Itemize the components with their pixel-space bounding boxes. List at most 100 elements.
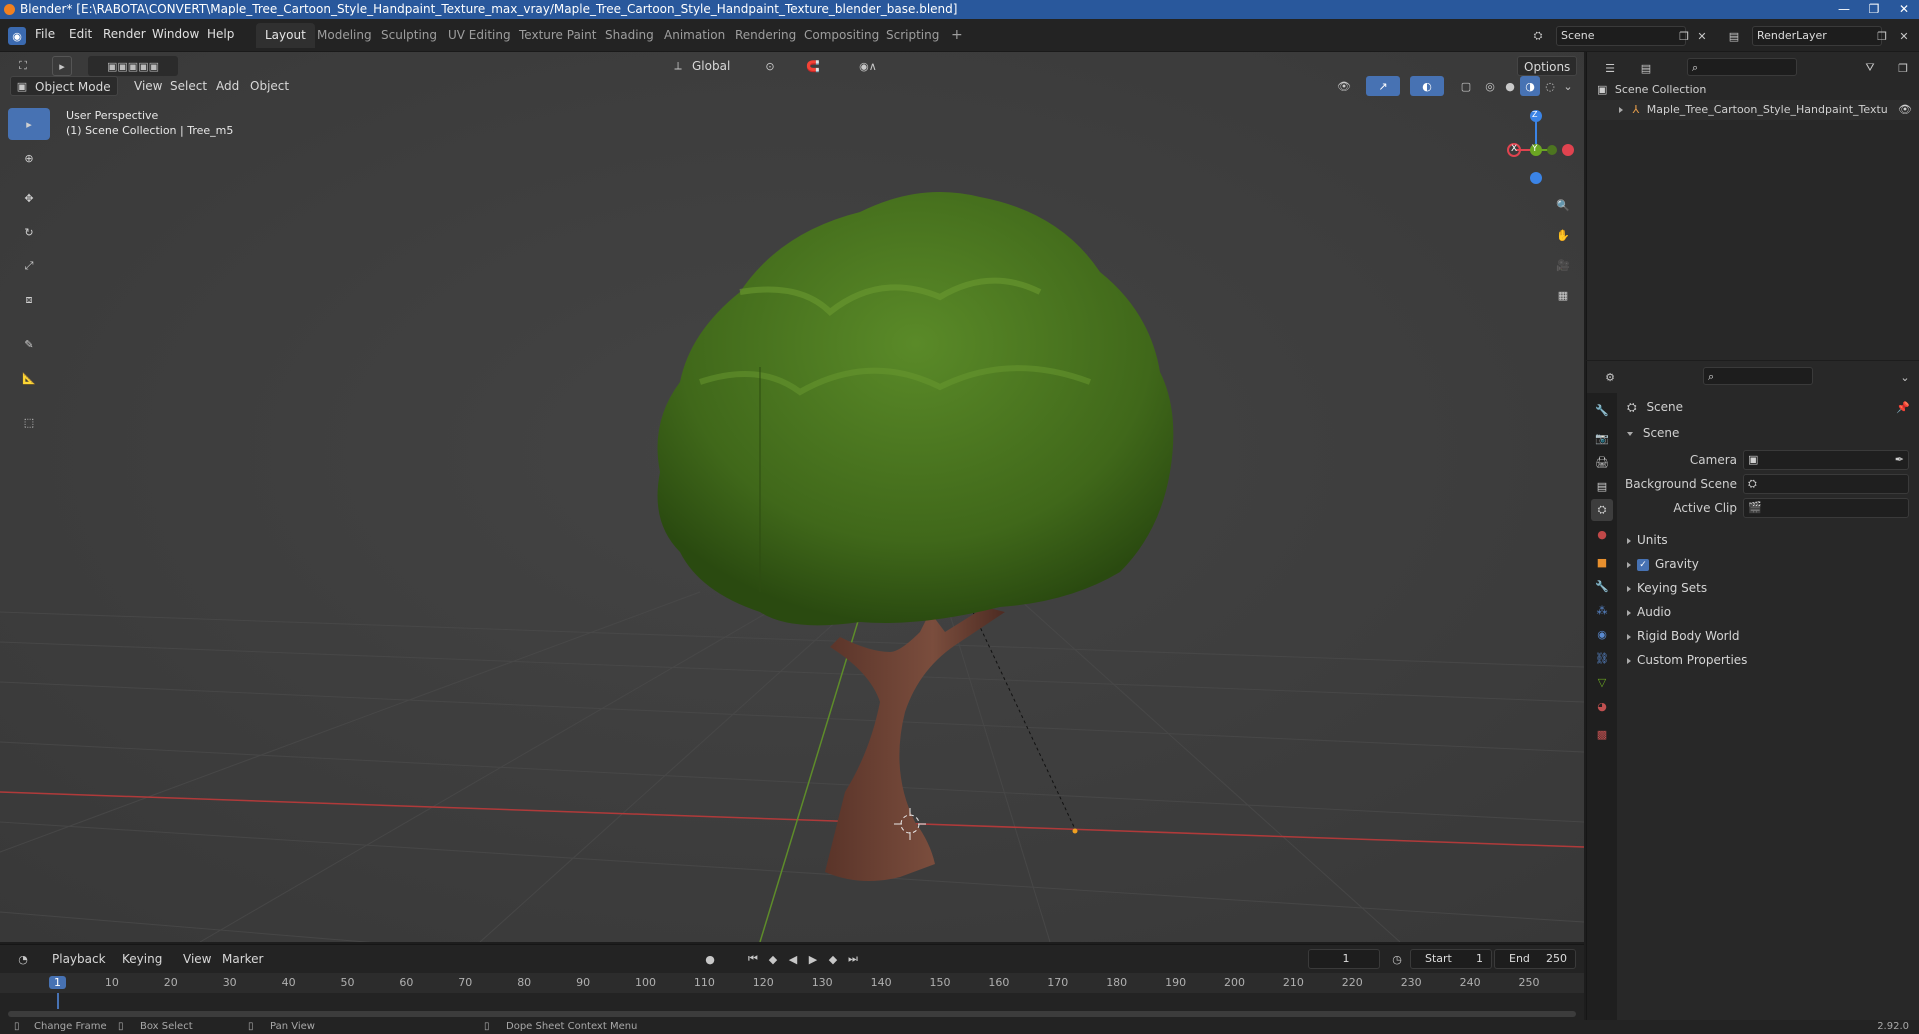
custom-properties-panel[interactable]: Custom Properties — [1627, 653, 1747, 667]
jump-start-icon[interactable]: ⏮ — [744, 949, 762, 969]
play-reverse-icon[interactable]: ◀ — [784, 949, 802, 969]
units-expand-icon[interactable] — [1627, 537, 1631, 544]
display-mode-icon[interactable]: ▤ — [1631, 58, 1661, 78]
outliner-item[interactable]: ⅄ Maple_Tree_Cartoon_Style_Handpaint_Tex… — [1587, 100, 1919, 120]
outliner-search-input[interactable]: ⌕ — [1687, 58, 1797, 76]
timeline-editor-type-icon[interactable]: ◔ — [8, 949, 38, 969]
viewport-menu-select[interactable]: Select — [164, 76, 213, 96]
annotate-tool-icon[interactable]: ✎ — [8, 328, 50, 360]
zoom-icon[interactable]: 🔍 — [1550, 192, 1576, 218]
tab-layout[interactable]: Layout — [256, 23, 315, 48]
visibility-eye-icon[interactable]: 👁 — [1898, 100, 1912, 120]
end-frame-field[interactable]: End 250 — [1494, 949, 1576, 969]
tool-tab-icon[interactable]: 🔧 — [1591, 399, 1613, 421]
modifier-tab-icon[interactable]: 🔧 — [1591, 575, 1613, 597]
minimize-icon[interactable]: — — [1829, 0, 1859, 19]
measure-tool-icon[interactable]: 📐 — [8, 362, 50, 394]
proportional-edit-icon[interactable]: ◉∧ — [848, 56, 888, 76]
tab-animation[interactable]: Animation — [655, 23, 734, 48]
object-tab-icon[interactable]: ■ — [1591, 551, 1613, 573]
timeline-menu-marker[interactable]: Marker — [216, 949, 269, 969]
menu-file[interactable]: File — [35, 27, 55, 41]
outliner-root-row[interactable]: ▣ Scene Collection — [1597, 80, 1917, 100]
rotate-tool-icon[interactable]: ↻ — [8, 216, 50, 248]
editor-type-icon[interactable]: ⛶ — [8, 56, 38, 76]
start-frame-field[interactable]: Start 1 — [1410, 949, 1492, 969]
blender-menu-icon[interactable]: ◉ — [8, 27, 26, 45]
keying-sets-expand-icon[interactable] — [1627, 585, 1631, 592]
tab-scripting[interactable]: Scripting — [877, 23, 948, 48]
gizmo-toggle-icon[interactable]: ↗ — [1366, 76, 1400, 96]
constraints-tab-icon[interactable]: ⛓ — [1591, 647, 1613, 669]
cursor-tool-icon[interactable]: ⊕ — [8, 142, 50, 174]
transform-tool-icon[interactable]: ⧈ — [8, 284, 50, 316]
new-collection-icon[interactable]: ❐ — [1893, 58, 1913, 78]
gravity-panel[interactable]: ✓ Gravity — [1627, 557, 1699, 571]
move-tool-icon[interactable]: ✥ — [8, 182, 50, 214]
camera-view-icon[interactable]: 🎥 — [1550, 252, 1576, 278]
view-layer-selector[interactable]: RenderLayer — [1752, 26, 1882, 46]
data-tab-icon[interactable]: ▽ — [1591, 671, 1613, 693]
shading-options-icon[interactable]: ⌄ — [1560, 76, 1576, 96]
options-dropdown[interactable]: Options — [1517, 56, 1578, 76]
material-tab-icon[interactable]: ◕ — [1591, 695, 1613, 717]
solid-shading-icon[interactable]: ● — [1500, 76, 1520, 96]
jump-end-icon[interactable]: ⏭ — [844, 949, 862, 969]
pan-hand-icon[interactable]: ✋ — [1550, 222, 1576, 248]
gravity-checkbox[interactable]: ✓ — [1637, 558, 1649, 571]
current-frame-field[interactable]: 1 — [1308, 949, 1380, 969]
keying-sets-panel[interactable]: Keying Sets — [1627, 581, 1707, 595]
timeline-scrollbar[interactable] — [8, 1011, 1576, 1017]
viewport-menu-add[interactable]: Add — [210, 76, 245, 96]
rigid-body-expand-icon[interactable] — [1627, 633, 1631, 640]
scene-panel-header[interactable]: Scene — [1627, 423, 1679, 443]
new-scene-icon[interactable]: ❐ — [1676, 26, 1692, 46]
properties-editor[interactable]: ⚙ ⌕ ⌄ 🔧 📷 🖨 ▤ ⛭ ● ■ 🔧 ⁂ ◉ ⛓ ▽ ◕ ▩ ⛭ Scen… — [1586, 361, 1919, 1020]
properties-editor-type-icon[interactable]: ⚙ — [1595, 367, 1625, 387]
frame-ruler[interactable]: 1 10 20 30 40 50 60 70 80 90 100 110 120 130 140 150 160… — [0, 973, 1584, 1009]
record-icon[interactable]: ● — [700, 949, 720, 969]
prev-keyframe-icon[interactable]: ◆ — [764, 949, 782, 969]
playhead-line[interactable] — [57, 993, 59, 1009]
transform-orientation-dropdown[interactable]: Global — [686, 56, 736, 76]
particles-tab-icon[interactable]: ⁂ — [1591, 599, 1613, 621]
new-layer-icon[interactable]: ❐ — [1874, 26, 1890, 46]
audio-panel[interactable]: Audio — [1627, 605, 1671, 619]
ortho-grid-icon[interactable]: ▦ — [1550, 282, 1576, 308]
select-mode-icon[interactable]: ▸ — [52, 56, 72, 76]
tab-compositing[interactable]: Compositing — [795, 23, 888, 48]
material-shading-icon[interactable]: ◑ — [1520, 76, 1540, 96]
world-tab-icon[interactable]: ● — [1591, 523, 1613, 545]
navigation-gizmo[interactable]: Z X Y — [1496, 108, 1576, 188]
background-scene-field[interactable]: ⛭ — [1743, 474, 1909, 494]
timeline-editor[interactable]: ◔ Playback Keying View Marker ● ⏮ ◆ ◀ ▶ … — [0, 944, 1584, 1020]
scale-tool-icon[interactable]: ⤢ — [8, 250, 50, 282]
snap-icon[interactable]: 🧲 — [790, 56, 836, 76]
timeline-menu-view[interactable]: View — [177, 949, 217, 969]
texture-tab-icon[interactable]: ▩ — [1591, 723, 1613, 745]
gravity-expand-icon[interactable] — [1627, 561, 1631, 568]
render-tab-icon[interactable]: 📷 — [1591, 427, 1613, 449]
physics-tab-icon[interactable]: ◉ — [1591, 623, 1613, 645]
menu-help[interactable]: Help — [207, 27, 234, 41]
add-cube-tool-icon[interactable]: ⬚ — [8, 406, 50, 438]
select-tool-icon[interactable]: ▸ — [8, 108, 50, 140]
pin-icon[interactable]: 📌 — [1893, 397, 1913, 417]
custom-props-expand-icon[interactable] — [1627, 657, 1631, 664]
tab-rendering[interactable]: Rendering — [726, 23, 805, 48]
maximize-icon[interactable]: ❐ — [1859, 0, 1889, 19]
camera-field[interactable]: ▣ ✒ — [1743, 450, 1909, 470]
rendered-shading-icon[interactable]: ◌ — [1540, 76, 1560, 96]
scene-icon[interactable]: ⛭ — [1526, 26, 1550, 46]
audio-expand-icon[interactable] — [1627, 609, 1631, 616]
units-panel[interactable]: Units — [1627, 533, 1668, 547]
delete-scene-icon[interactable]: ✕ — [1694, 26, 1710, 46]
outliner-editor-type-icon[interactable]: ☰ — [1595, 58, 1625, 78]
pivot-icon[interactable]: ⊙ — [756, 56, 784, 76]
properties-options-icon[interactable]: ⌄ — [1897, 367, 1913, 387]
view-layer-icon[interactable]: ▤ — [1722, 26, 1746, 46]
viewport-menu-view[interactable]: View — [128, 76, 168, 96]
close-icon[interactable]: ✕ — [1889, 0, 1919, 19]
viewport-menu-object[interactable]: Object — [244, 76, 295, 96]
tab-modeling[interactable]: Modeling — [308, 23, 381, 48]
